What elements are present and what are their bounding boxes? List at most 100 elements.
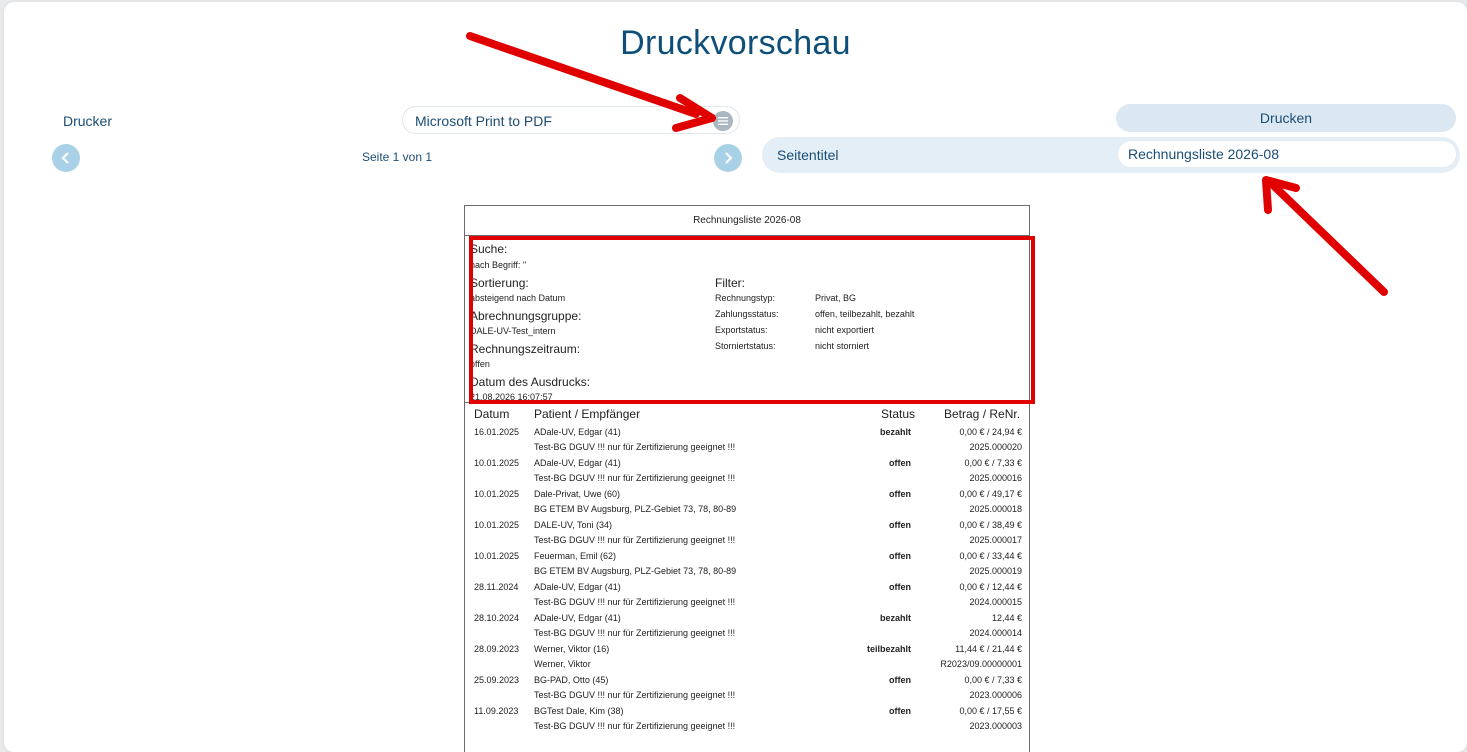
row-number: 2025.000018 [969, 504, 1022, 514]
row-recipient: Test-BG DGUV !!! nur für Zertifizierung … [534, 690, 736, 700]
filter-value: Privat, BG [815, 293, 857, 303]
filter-key: Zahlungsstatus: [715, 309, 779, 319]
period-value: offen [470, 359, 490, 369]
row-recipient: Test-BG DGUV !!! nur für Zertifizierung … [534, 535, 736, 545]
row-number: 2024.000014 [969, 628, 1022, 638]
search-value: nach Begriff: '' [470, 260, 527, 270]
row-date: 25.09.2023 [474, 675, 520, 685]
row-patient: ADale-UV, Edgar (41) [534, 613, 621, 623]
row-number: 2024.000015 [969, 597, 1022, 607]
row-recipient: BG ETEM BV Augsburg, PLZ-Gebiet 73, 78, … [534, 504, 737, 514]
previous-page-button[interactable] [52, 144, 80, 172]
row-recipient: Test-BG DGUV !!! nur für Zertifizierung … [534, 721, 736, 731]
column-header-amount: Betrag / ReNr. [944, 407, 1021, 421]
printer-label: Drucker [63, 113, 113, 129]
row-status: teilbezahlt [866, 644, 911, 654]
chevron-left-icon [61, 152, 69, 164]
row-date: 10.01.2025 [474, 489, 520, 499]
row-amount: 0,00 € / 7,33 € [964, 675, 1022, 685]
row-date: 28.11.2024 [474, 582, 519, 592]
print-date-value: 21.08.2026 16:07:57 [470, 392, 553, 402]
document-header: Rechnungsliste 2026-08 [465, 206, 1029, 236]
filter-value: offen, teilbezahlt, bezahlt [815, 309, 915, 319]
printer-select[interactable]: Microsoft Print to PDF [402, 106, 740, 134]
group-heading: Abrechnungsgruppe: [470, 309, 582, 323]
row-number: 2025.000016 [969, 473, 1022, 483]
row-number: 2023.000003 [969, 721, 1022, 731]
row-date: 16.01.2025 [474, 427, 520, 437]
row-number: 2025.000020 [969, 442, 1022, 452]
print-preview-page: Rechnungsliste 2026-08 Suche: nach Begri… [464, 205, 1030, 752]
document-meta: Suche: nach Begriff: '' Sortierung: abst… [465, 236, 1029, 403]
row-status: offen [889, 551, 911, 561]
row-amount: 0,00 € / 38,49 € [959, 520, 1022, 530]
row-patient: BG-PAD, Otto (45) [534, 675, 609, 685]
row-patient: ADale-UV, Edgar (41) [534, 582, 621, 592]
row-status: offen [889, 489, 911, 499]
row-date: 10.01.2025 [474, 551, 520, 561]
page-title-row: Seitentitel Rechnungsliste 2026-08 [762, 137, 1460, 173]
row-status: offen [889, 582, 911, 592]
row-patient: Feuerman, Emil (62) [534, 551, 617, 561]
page-title-label: Seitentitel [777, 147, 839, 163]
row-amount: 0,00 € / 12,44 € [959, 582, 1022, 592]
row-amount: 11,44 € / 21,44 € [955, 644, 1022, 654]
row-patient: Werner, Viktor (16) [534, 644, 610, 654]
row-amount: 0,00 € / 33,44 € [959, 551, 1022, 561]
row-patient: DALE-UV, Toni (34) [534, 520, 613, 530]
row-patient: BGTest Dale, Kim (38) [534, 706, 624, 716]
chevron-right-icon [725, 152, 733, 164]
row-status: offen [889, 458, 911, 468]
print-button[interactable]: Drucken [1116, 104, 1456, 132]
row-number: R2023/09.00000001 [940, 659, 1022, 669]
filter-heading: Filter: [715, 276, 745, 290]
sorting-heading: Sortierung: [470, 276, 529, 290]
row-patient: ADale-UV, Edgar (41) [534, 427, 621, 437]
row-amount: 0,00 € / 17,55 € [959, 706, 1022, 716]
print-preview-dialog: Druckvorschau Drucker Microsoft Print to… [4, 2, 1467, 752]
group-value: DALE-UV-Test_intern [470, 326, 556, 336]
filter-key: Rechnungstyp: [715, 293, 776, 303]
filter-value: nicht storniert [815, 341, 870, 351]
row-number: 2023.000006 [969, 690, 1022, 700]
menu-icon[interactable] [713, 111, 733, 131]
row-amount: 12,44 € [991, 613, 1022, 623]
period-heading: Rechnungszeitraum: [470, 342, 581, 356]
row-patient: Dale-Privat, Uwe (60) [534, 489, 621, 499]
next-page-button[interactable] [714, 144, 742, 172]
row-amount: 0,00 € / 49,17 € [959, 489, 1022, 499]
row-recipient: Test-BG DGUV !!! nur für Zertifizierung … [534, 442, 736, 452]
print-date-heading: Datum des Ausdrucks: [470, 375, 591, 389]
row-patient: ADale-UV, Edgar (41) [534, 458, 621, 468]
printer-value: Microsoft Print to PDF [415, 113, 552, 129]
row-amount: 0,00 € / 24,94 € [959, 427, 1022, 437]
row-date: 10.01.2025 [474, 458, 520, 468]
row-recipient: Test-BG DGUV !!! nur für Zertifizierung … [534, 628, 736, 638]
filter-key: Storniertstatus: [715, 341, 776, 351]
row-number: 2025.000017 [969, 535, 1022, 545]
row-date: 28.10.2024 [474, 613, 520, 623]
column-header-status: Status [881, 407, 916, 421]
row-recipient: Test-BG DGUV !!! nur für Zertifizierung … [534, 473, 736, 483]
row-status: bezahlt [879, 427, 911, 437]
row-recipient: Werner, Viktor [534, 659, 591, 669]
row-number: 2025.000019 [969, 566, 1022, 576]
row-status: offen [889, 675, 911, 685]
arrow-to-title-input [1262, 176, 1388, 296]
search-heading: Suche: [470, 242, 508, 256]
column-header-patient: Patient / Empfänger [534, 407, 641, 421]
page-title-input[interactable]: Rechnungsliste 2026-08 [1117, 140, 1457, 168]
row-status: offen [889, 706, 911, 716]
row-recipient: Test-BG DGUV !!! nur für Zertifizierung … [534, 597, 736, 607]
row-status: bezahlt [879, 613, 911, 623]
page-indicator: Seite 1 von 1 [361, 150, 433, 164]
row-date: 28.09.2023 [474, 644, 520, 654]
page-title: Druckvorschau [620, 24, 851, 62]
row-status: offen [889, 520, 911, 530]
background-ghost [34, 487, 39, 508]
sorting-value: absteigend nach Datum [470, 293, 566, 303]
row-amount: 0,00 € / 7,33 € [964, 458, 1022, 468]
row-date: 10.01.2025 [474, 520, 520, 530]
column-header-date: Datum [474, 407, 510, 421]
filter-key: Exportstatus: [715, 325, 768, 335]
